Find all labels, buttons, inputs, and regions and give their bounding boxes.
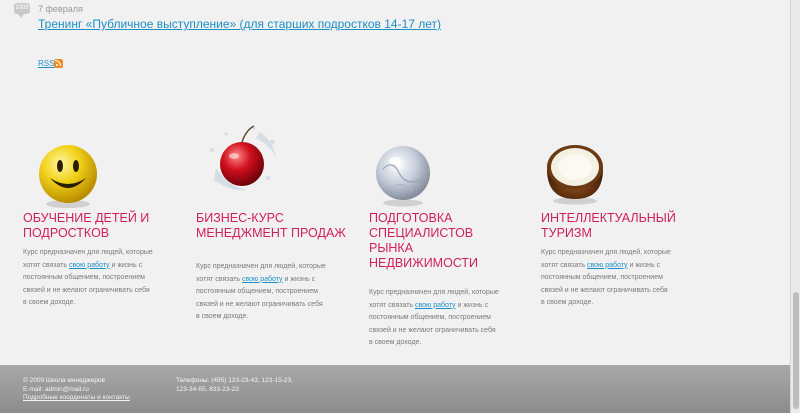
rss-icon[interactable] <box>54 59 63 68</box>
main-content: 2009 7 февраля Тренинг «Публичное выступ… <box>0 0 790 365</box>
cherry-splash-icon <box>210 125 276 191</box>
footer-info: © 2009 Школа менеджеров E-mail: admin@ma… <box>23 377 130 403</box>
ice-ball-icon <box>376 146 430 207</box>
phones-line-2: 123-34-65, 833-23-23 <box>176 385 239 393</box>
course-title: Подготовка специалистов рынка недвижимос… <box>369 211 479 270</box>
course-description: Курс предназначен для людей, которые хот… <box>541 249 671 306</box>
contacts-link[interactable]: Подробные координаты и контакты <box>23 394 130 401</box>
rss-link[interactable]: RSS <box>38 59 54 68</box>
course-work-link[interactable]: свою работу <box>69 262 110 269</box>
course-work-link[interactable]: свою работу <box>242 276 283 283</box>
coconut-icon <box>547 145 603 205</box>
footer-email: E-mail: admin@mail.ru <box>23 385 89 393</box>
copyright: © 2009 Школа менеджеров <box>23 377 106 384</box>
comment-badge-icon: 2009 <box>14 3 30 18</box>
course-description: Курс предназначен для людей, которые хот… <box>196 263 326 320</box>
news-date: 7 февраля <box>38 4 83 14</box>
phones-line-1: Телефоны: (495) 123-23-43, 123-15-23, <box>176 377 293 384</box>
course-title: Обучение детей и подростков <box>23 211 150 240</box>
course-description: Курс предназначен для людей, которые хот… <box>369 289 499 346</box>
course-title: Бизнес-курс менеджмент продаж <box>196 211 346 240</box>
course-description: Курс предназначен для людей, которые хот… <box>23 249 153 306</box>
smiley-ball-icon <box>39 145 97 208</box>
course-work-link[interactable]: свою работу <box>587 262 628 269</box>
scrollbar-thumb[interactable] <box>793 292 799 409</box>
course-work-link[interactable]: свою работу <box>415 302 456 309</box>
course-title: Интеллектуальный туризм <box>541 211 676 240</box>
vertical-scrollbar[interactable] <box>790 0 800 413</box>
news-title-link[interactable]: Тренинг «Публичное выступление» (для ста… <box>38 17 441 31</box>
footer: © 2009 Школа менеджеров E-mail: admin@ma… <box>0 365 790 413</box>
footer-phones: Телефоны: (495) 123-23-43, 123-15-23, 12… <box>176 377 293 394</box>
